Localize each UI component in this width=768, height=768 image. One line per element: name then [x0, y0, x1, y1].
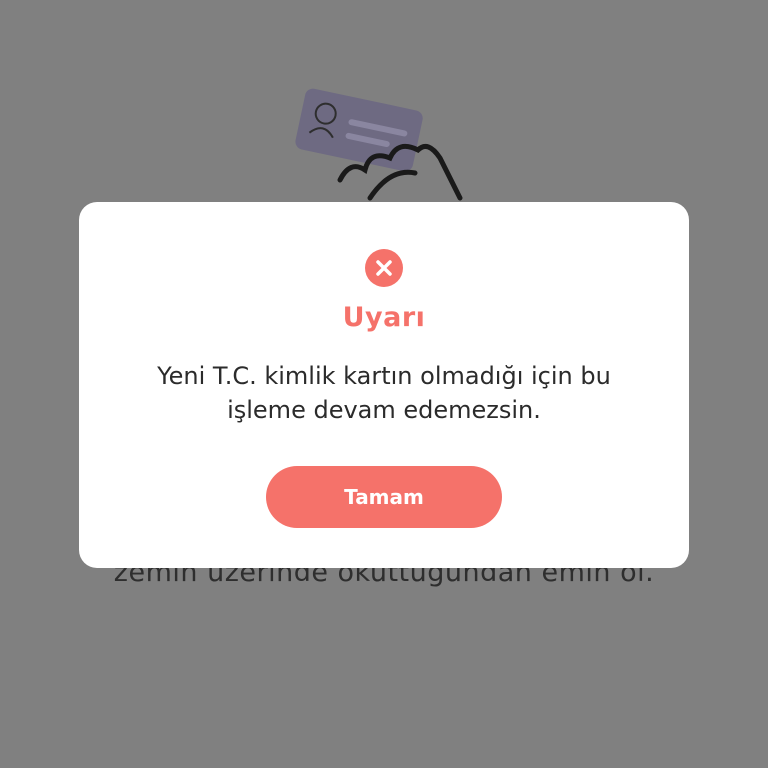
dialog-message: Yeni T.C. kimlik kartın olmadığı için bu…: [157, 362, 611, 424]
ok-button[interactable]: Tamam: [266, 466, 502, 528]
error-x-icon: [365, 249, 403, 287]
id-card-in-hand-icon: [290, 80, 480, 220]
dialog-title: Uyarı: [342, 302, 426, 333]
warning-dialog: Uyarı Yeni T.C. kimlik kartın olmadığı i…: [79, 202, 689, 568]
